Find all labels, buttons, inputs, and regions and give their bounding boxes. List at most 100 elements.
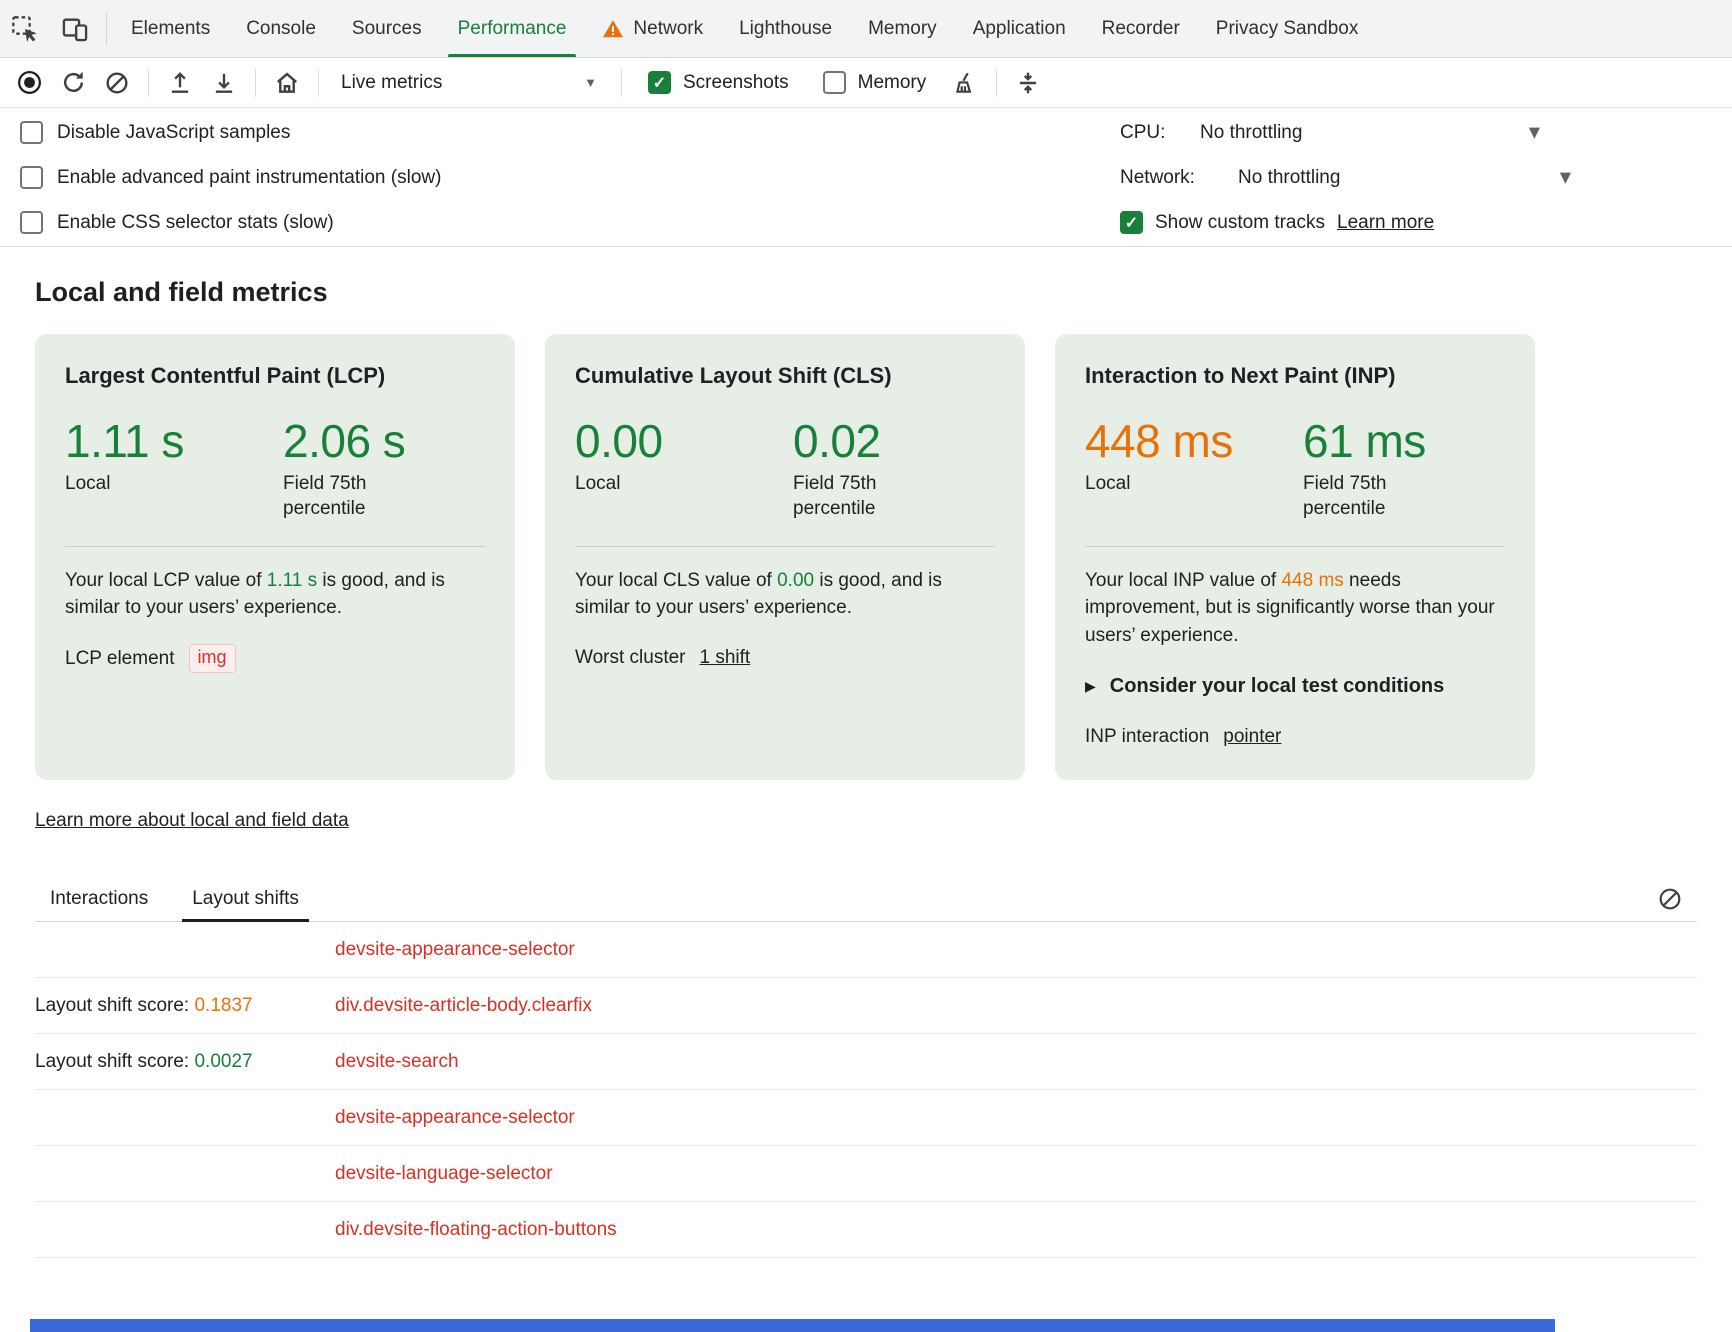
tab-memory[interactable]: Memory (850, 0, 955, 57)
record-button[interactable] (8, 63, 50, 103)
custom-tracks-label[interactable]: Show custom tracks (1155, 212, 1325, 234)
node-link[interactable]: devsite-appearance-selector (335, 939, 575, 961)
lcp-values: 1.11 s Local 2.06 s Field 75th percentil… (65, 416, 485, 522)
disable-js-samples-checkbox[interactable] (20, 121, 43, 144)
block-icon (1657, 886, 1683, 912)
css-selector-stats-checkbox[interactable] (20, 211, 43, 234)
view-mode-dropdown[interactable]: Live metrics ▼ (329, 63, 611, 103)
reload-icon (60, 69, 87, 96)
inp-values: 448 ms Local 61 ms Field 75th percentile (1085, 416, 1505, 522)
lcp-element-node-link[interactable]: img (189, 644, 236, 673)
node-link[interactable]: devsite-language-selector (335, 1163, 553, 1185)
cpu-value: No throttling (1200, 122, 1302, 144)
score-label: Layout shift score: (35, 995, 194, 1016)
custom-tracks-checkbox[interactable]: ✓ (1120, 211, 1143, 234)
inp-field-value: 61 ms (1303, 416, 1473, 467)
score-cell: Layout shift score: 0.0027 (35, 1051, 335, 1073)
save-profile-button[interactable] (203, 63, 245, 103)
network-throttling-select[interactable]: Network: No throttling ▼ (1120, 155, 1732, 200)
css-selector-stats-label[interactable]: Enable CSS selector stats (slow) (57, 212, 334, 234)
inspect-element-button[interactable] (0, 0, 50, 57)
tab-sources[interactable]: Sources (334, 0, 440, 57)
record-icon (16, 69, 43, 96)
cls-card: Cumulative Layout Shift (CLS) 0.00 Local… (545, 334, 1025, 780)
desc-text: Your local CLS value of (575, 570, 777, 591)
score-value: 0.1837 (194, 995, 252, 1016)
tab-recorder[interactable]: Recorder (1084, 0, 1198, 57)
tab-privacy-sandbox[interactable]: Privacy Sandbox (1198, 0, 1377, 57)
tab-elements[interactable]: Elements (113, 0, 228, 57)
node-link[interactable]: div.devsite-article-body.clearfix (335, 995, 592, 1017)
gc-button[interactable] (944, 63, 986, 103)
upload-icon (167, 70, 193, 96)
chevron-down-icon: ▼ (1556, 168, 1575, 187)
layout-shift-row: devsite-appearance-selector (35, 1090, 1697, 1146)
lcp-card: Largest Contentful Paint (LCP) 1.11 s Lo… (35, 334, 515, 780)
node-link[interactable]: devsite-appearance-selector (335, 1107, 575, 1129)
devtools-tabbar: Elements Console Sources Performance Net… (0, 0, 1732, 58)
page-title: Local and field metrics (35, 277, 1697, 308)
local-test-conditions-disclosure[interactable]: ▶ Consider your local test conditions (1085, 672, 1505, 701)
lcp-field-value: 2.06 s (283, 416, 453, 467)
tab-application[interactable]: Application (955, 0, 1084, 57)
custom-tracks-group: ✓ Show custom tracks Learn more (1120, 200, 1732, 245)
disable-js-samples-label[interactable]: Disable JavaScript samples (57, 122, 290, 144)
node-link[interactable]: div.devsite-floating-action-buttons (335, 1219, 617, 1241)
node-link[interactable]: devsite-search (335, 1051, 459, 1073)
cls-local-value: 0.00 (575, 416, 793, 467)
vertical-collapse-icon (1015, 70, 1041, 96)
tab-interactions[interactable]: Interactions (50, 876, 148, 921)
desc-value: 0.00 (777, 570, 814, 591)
advanced-paint-label[interactable]: Enable advanced paint instrumentation (s… (57, 167, 441, 189)
tab-network[interactable]: Network (584, 0, 721, 57)
desc-text: Your local LCP value of (65, 570, 267, 591)
brush-icon (952, 70, 978, 96)
screenshots-checkbox[interactable]: ✓ Screenshots (632, 71, 805, 94)
load-profile-button[interactable] (159, 63, 201, 103)
lcp-element-row: LCP element img (65, 644, 485, 673)
network-label: Network: (1120, 167, 1195, 189)
selected-row-strip (30, 1319, 1555, 1332)
field-label: Field 75th percentile (1303, 472, 1418, 521)
layout-shift-row: Layout shift score: 0.0027 devsite-searc… (35, 1034, 1697, 1090)
layout-shift-row: devsite-language-selector (35, 1146, 1697, 1202)
worst-cluster-link[interactable]: 1 shift (700, 644, 751, 672)
settings-row-3: Enable CSS selector stats (slow) ✓ Show … (0, 200, 1732, 245)
reload-and-record-button[interactable] (52, 63, 94, 103)
tab-lighthouse[interactable]: Lighthouse (721, 0, 850, 57)
device-toolbar-button[interactable] (50, 0, 100, 57)
disclosure-label: Consider your local test conditions (1110, 672, 1445, 701)
tab-label: Application (973, 18, 1066, 40)
memory-label: Memory (858, 72, 927, 94)
card-divider (1085, 546, 1505, 547)
cpu-throttling-select[interactable]: CPU: No throttling ▼ (1120, 110, 1732, 155)
tab-performance[interactable]: Performance (440, 0, 585, 57)
checkbox-unchecked-icon (823, 71, 846, 94)
learn-more-field-data-link[interactable]: Learn more about local and field data (35, 810, 349, 832)
tab-label: Lighthouse (739, 18, 832, 40)
score-value: 0.0027 (194, 1051, 252, 1072)
tab-console[interactable]: Console (228, 0, 334, 57)
live-metrics-view: Local and field metrics Largest Contentf… (0, 247, 1732, 1332)
log-tabbar: Interactions Layout shifts (35, 876, 1697, 922)
local-label: Local (65, 472, 283, 497)
tabbar-divider (106, 12, 107, 45)
desc-text: Your local INP value of (1085, 570, 1281, 591)
advanced-paint-checkbox[interactable] (20, 166, 43, 189)
cls-description: Your local CLS value of 0.00 is good, an… (575, 567, 995, 622)
download-icon (211, 70, 237, 96)
memory-checkbox[interactable]: Memory (807, 71, 943, 94)
triangle-right-icon: ▶ (1085, 676, 1096, 696)
shortcuts-button[interactable] (1007, 63, 1049, 103)
clear-log-button[interactable] (1657, 886, 1683, 912)
tab-label: Privacy Sandbox (1216, 18, 1359, 40)
tab-layout-shifts[interactable]: Layout shifts (192, 876, 299, 921)
tab-label: Network (633, 18, 703, 40)
clear-button[interactable] (96, 63, 138, 103)
tab-label: Interactions (50, 888, 148, 910)
inp-interaction-link[interactable]: pointer (1223, 723, 1281, 751)
live-metrics-home-button[interactable] (266, 63, 308, 103)
settings-row-2: Enable advanced paint instrumentation (s… (0, 155, 1732, 200)
tab-label: Console (246, 18, 316, 40)
learn-more-link[interactable]: Learn more (1337, 212, 1434, 234)
